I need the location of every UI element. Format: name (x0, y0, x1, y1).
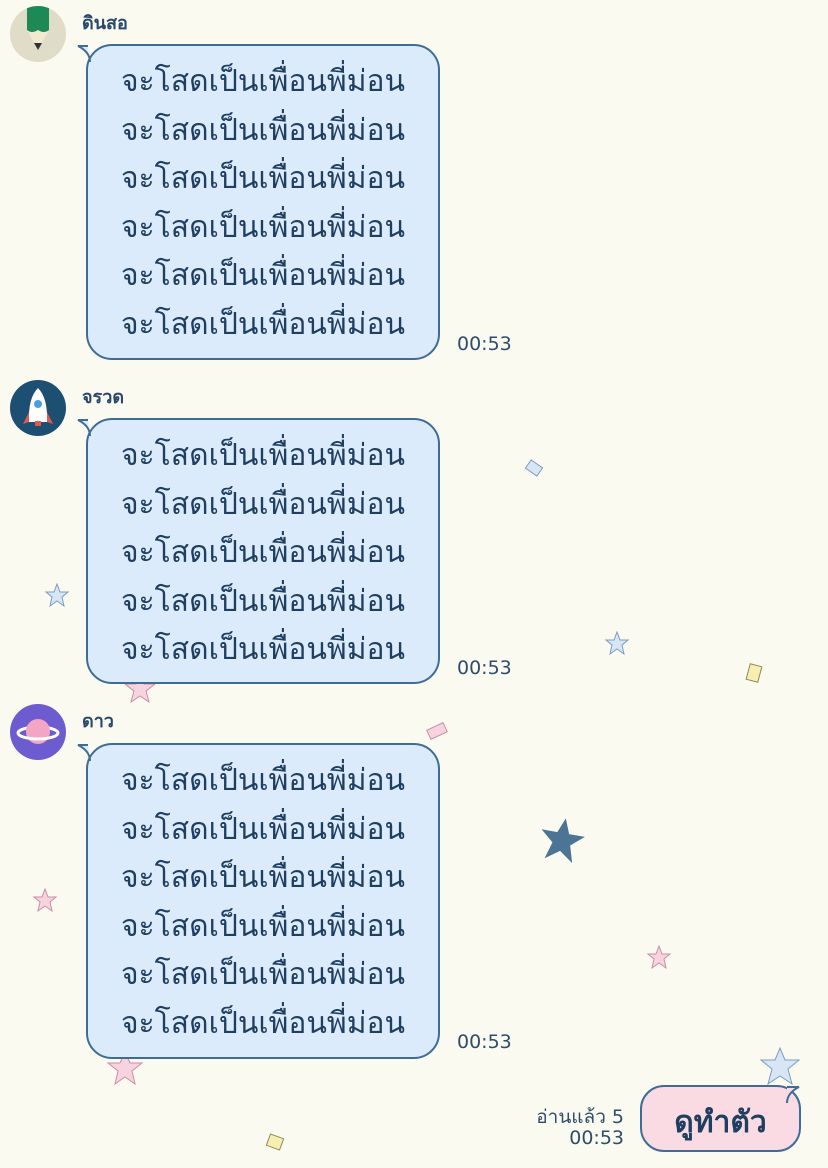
message-bubble[interactable]: จะโสดเป็นเพื่อนพี่ม่อน จะโสดเป็นเพื่อนพี… (77, 44, 440, 360)
star-icon (32, 887, 58, 913)
star-icon (604, 630, 630, 656)
message-line: จะโสดเป็นเพื่อนพี่ม่อน (120, 583, 406, 619)
message-line: จะโสดเป็นเพื่อนพี่ม่อน (120, 258, 406, 293)
message-line: จะโสดเป็นเพื่อนพี่ม่อน (120, 1005, 406, 1041)
star-icon (646, 944, 672, 970)
sender-name: จรวด (82, 387, 125, 408)
message-line: จะโสดเป็นเพื่อนพี่ม่อน (120, 811, 406, 847)
message-line: จะโสดเป็นเพื่อนพี่ม่อน (120, 535, 406, 570)
message-line: จะโสดเป็นเพื่อนพี่ม่อน (120, 64, 406, 99)
pencil-icon (27, 6, 49, 50)
star-icon (759, 1046, 801, 1086)
avatar[interactable] (10, 6, 66, 62)
sent-message-text: ดูทำตัว (674, 1105, 767, 1140)
message-line: จะโสดเป็นเพื่อนพี่ม่อน (120, 632, 406, 667)
rocket-icon (23, 388, 53, 426)
sent-message-bubble[interactable]: ดูทำตัว (640, 1085, 801, 1152)
star-icon (541, 818, 585, 864)
confetti-icon (745, 663, 763, 683)
message-line: จะโสดเป็นเพื่อนพี่ม่อน (120, 763, 406, 798)
sender-name: ดินสอ (82, 13, 128, 34)
message-line: จะโสดเป็นเพื่อนพี่ม่อน (120, 908, 406, 944)
avatar[interactable] (10, 704, 66, 760)
avatar[interactable] (10, 380, 66, 436)
message-line: จะโสดเป็นเพื่อนพี่ม่อน (120, 438, 406, 473)
bubble-tail (77, 45, 91, 63)
message-bubble[interactable]: จะโสดเป็นเพื่อนพี่ม่อน จะโสดเป็นเพื่อนพี… (77, 743, 440, 1059)
message-line: จะโสดเป็นเพื่อนพี่ม่อน (120, 860, 406, 895)
confetti-icon (426, 722, 448, 740)
message-line: จะโสดเป็นเพื่อนพี่ม่อน (120, 112, 406, 148)
confetti-icon (265, 1133, 285, 1151)
confetti-icon (524, 459, 544, 477)
star-icon (44, 582, 70, 608)
message-time: 00:53 (457, 657, 512, 679)
bubble-tail (77, 744, 91, 762)
message-time: 00:53 (457, 333, 512, 355)
message-line: จะโสดเป็นเพื่อนพี่ม่อน (120, 161, 406, 196)
message-line: จะโสดเป็นเพื่อนพี่ม่อน (120, 957, 406, 992)
sender-name: ดาว (82, 711, 114, 732)
message-bubble[interactable]: จะโสดเป็นเพื่อนพี่ม่อน จะโสดเป็นเพื่อนพี… (77, 418, 440, 684)
message-time: 00:53 (457, 1031, 512, 1053)
message-line: จะโสดเป็นเพื่อนพี่ม่อน (120, 486, 406, 522)
bubble-tail (77, 419, 91, 437)
message-line: จะโสดเป็นเพื่อนพี่ม่อน (120, 209, 406, 245)
sent-time: 00:53 (569, 1127, 624, 1149)
planet-icon (16, 719, 60, 744)
message-line: จะโสดเป็นเพื่อนพี่ม่อน (120, 306, 406, 342)
